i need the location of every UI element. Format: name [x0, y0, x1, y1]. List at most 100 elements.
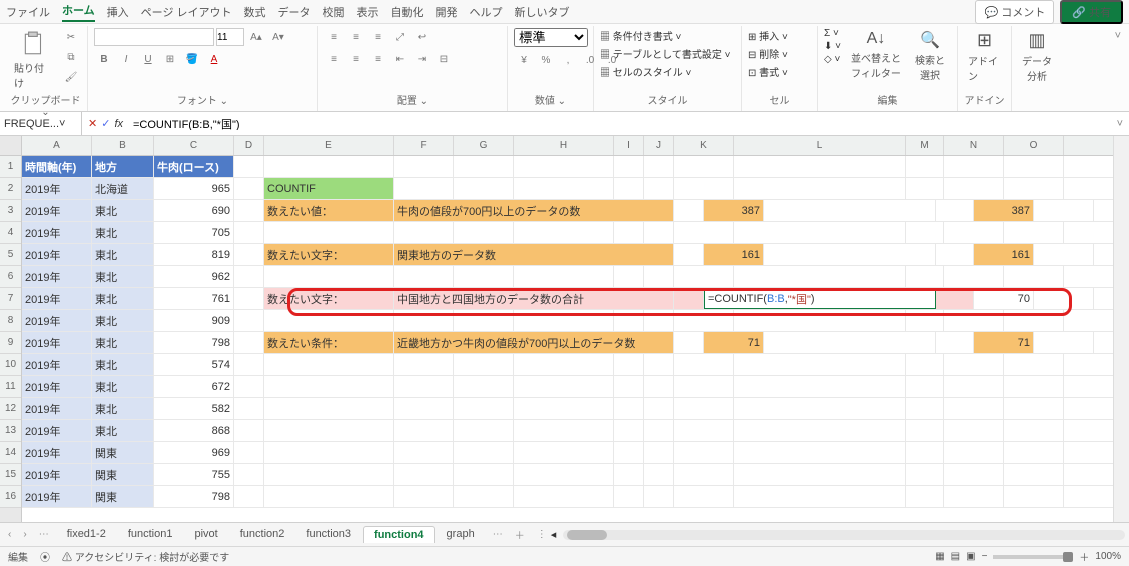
- view-break-icon[interactable]: ▣: [966, 551, 975, 562]
- cell[interactable]: [734, 222, 906, 243]
- cell[interactable]: [234, 398, 264, 419]
- cell[interactable]: 71: [974, 332, 1034, 353]
- col-header[interactable]: I: [614, 136, 644, 155]
- underline-button[interactable]: U: [138, 50, 158, 68]
- cell[interactable]: [906, 376, 944, 397]
- cell[interactable]: [936, 332, 974, 353]
- cell[interactable]: [514, 486, 614, 507]
- copy-icon[interactable]: ⧉: [61, 48, 81, 66]
- col-header[interactable]: F: [394, 136, 454, 155]
- cell[interactable]: [394, 486, 454, 507]
- sheet-tab[interactable]: graph: [437, 526, 485, 543]
- cell[interactable]: [514, 442, 614, 463]
- cell[interactable]: 数えたい文字：: [264, 244, 394, 265]
- cell[interactable]: 2019年: [22, 244, 92, 265]
- indent-dec-icon[interactable]: ⇤: [390, 50, 410, 68]
- cell[interactable]: [906, 310, 944, 331]
- cell[interactable]: [234, 178, 264, 199]
- cell[interactable]: [614, 222, 644, 243]
- col-header[interactable]: E: [264, 136, 394, 155]
- cell[interactable]: [264, 266, 394, 287]
- cell[interactable]: [454, 266, 514, 287]
- cell[interactable]: 965: [154, 178, 234, 199]
- cell[interactable]: 161: [974, 244, 1034, 265]
- currency-icon[interactable]: ¥: [514, 51, 534, 69]
- cell[interactable]: 牛肉(ロース): [154, 156, 234, 177]
- clear-icon[interactable]: ◇ ˅: [824, 54, 841, 65]
- cell[interactable]: [944, 420, 1004, 441]
- cell[interactable]: [454, 376, 514, 397]
- cell[interactable]: [734, 420, 906, 441]
- sort-filter-button[interactable]: A↓並べ替えと フィルター: [847, 28, 905, 82]
- cell[interactable]: 近畿地方かつ牛肉の値段が700円以上のデータ数: [394, 332, 674, 353]
- cell[interactable]: [906, 178, 944, 199]
- cell[interactable]: [614, 178, 644, 199]
- cell[interactable]: [644, 442, 674, 463]
- align-bottom-icon[interactable]: ≡: [368, 28, 388, 46]
- col-header[interactable]: J: [644, 136, 674, 155]
- cell[interactable]: 2019年: [22, 288, 92, 309]
- cell[interactable]: [234, 420, 264, 441]
- cell[interactable]: [264, 376, 394, 397]
- sheet-tab[interactable]: function2: [230, 526, 295, 543]
- cell[interactable]: [454, 486, 514, 507]
- cut-icon[interactable]: ✂: [61, 28, 81, 46]
- autosum-icon[interactable]: Σ ˅: [824, 28, 841, 39]
- cell[interactable]: [614, 398, 644, 419]
- indent-inc-icon[interactable]: ⇥: [412, 50, 432, 68]
- sheet-tab[interactable]: function1: [118, 526, 183, 543]
- cell[interactable]: [936, 200, 974, 221]
- row-header[interactable]: 15: [0, 464, 21, 486]
- formula-cancel-icon[interactable]: ✕: [88, 117, 97, 130]
- delete-cells-button[interactable]: ⊟ 削除 ˅: [748, 46, 788, 61]
- number-format-select[interactable]: 標準: [514, 28, 588, 47]
- cell[interactable]: 2019年: [22, 178, 92, 199]
- cell[interactable]: [514, 398, 614, 419]
- percent-icon[interactable]: %: [536, 51, 556, 69]
- cell[interactable]: 関東: [92, 486, 154, 507]
- cell[interactable]: [674, 332, 704, 353]
- cell[interactable]: 地方: [92, 156, 154, 177]
- cell[interactable]: [734, 464, 906, 485]
- cell[interactable]: [1004, 222, 1064, 243]
- cell[interactable]: [514, 354, 614, 375]
- sheet-nav-prev-icon[interactable]: ‹: [4, 529, 15, 540]
- insert-cells-button[interactable]: ⊞ 挿入 ˅: [748, 28, 788, 43]
- cell[interactable]: [644, 222, 674, 243]
- col-header[interactable]: K: [674, 136, 734, 155]
- cell[interactable]: [944, 266, 1004, 287]
- cell[interactable]: [644, 398, 674, 419]
- cell[interactable]: [1034, 244, 1094, 265]
- cell[interactable]: 関東: [92, 464, 154, 485]
- cell[interactable]: [944, 486, 1004, 507]
- col-header[interactable]: C: [154, 136, 234, 155]
- fill-color-button[interactable]: 🪣: [182, 50, 202, 68]
- cell[interactable]: [734, 266, 906, 287]
- cell[interactable]: [394, 420, 454, 441]
- view-normal-icon[interactable]: ▦: [935, 551, 944, 562]
- align-top-icon[interactable]: ≡: [324, 28, 344, 46]
- row-header[interactable]: 5: [0, 244, 21, 266]
- cell[interactable]: [234, 332, 264, 353]
- menu-automate[interactable]: 自動化: [391, 4, 424, 20]
- cell[interactable]: 2019年: [22, 222, 92, 243]
- cell[interactable]: [734, 156, 906, 177]
- cell[interactable]: [674, 200, 704, 221]
- row-header[interactable]: 2: [0, 178, 21, 200]
- cell[interactable]: [944, 442, 1004, 463]
- cell[interactable]: 2019年: [22, 420, 92, 441]
- font-size-select[interactable]: [216, 28, 244, 46]
- cell[interactable]: 牛肉の値段が700円以上のデータの数: [394, 200, 674, 221]
- cell[interactable]: [394, 222, 454, 243]
- row-header[interactable]: 11: [0, 376, 21, 398]
- cell[interactable]: [234, 288, 264, 309]
- align-middle-icon[interactable]: ≡: [346, 28, 366, 46]
- cell[interactable]: [1034, 288, 1094, 309]
- data-analysis-button[interactable]: ▥データ 分析: [1018, 28, 1056, 85]
- cell[interactable]: [644, 354, 674, 375]
- cell[interactable]: [1034, 332, 1094, 353]
- cell[interactable]: [394, 178, 454, 199]
- cell[interactable]: [614, 354, 644, 375]
- cell[interactable]: 東北: [92, 420, 154, 441]
- col-header[interactable]: M: [906, 136, 944, 155]
